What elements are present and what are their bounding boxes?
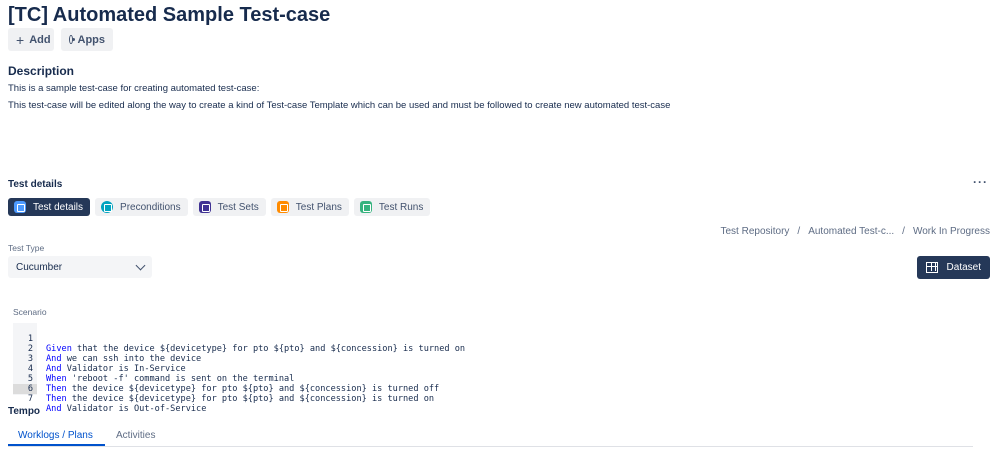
step-text: we can ssh into the device: [61, 354, 202, 364]
gherkin-keyword: Then: [46, 394, 67, 404]
gherkin-keyword: And: [46, 364, 62, 374]
breadcrumb-item[interactable]: Work In Progress: [913, 226, 990, 237]
table-icon: [926, 262, 938, 273]
apps-button-label: Apps: [77, 33, 106, 46]
tab-test-plans[interactable]: Test Plans: [270, 198, 349, 216]
breadcrumb-separator: /: [902, 226, 905, 237]
test-sets-icon: [198, 201, 211, 213]
gherkin-keyword: And: [46, 404, 62, 414]
dataset-button[interactable]: Dataset: [917, 256, 990, 279]
gherkin-keyword: Then: [46, 384, 67, 394]
code-line: 4 When 'reboot -f' command is sent on th…: [13, 354, 295, 384]
test-details-tabs: Test details Preconditions Test Sets Tes…: [8, 198, 431, 216]
code-line: 7 And Validator is Out-of-Service: [13, 384, 207, 414]
test-runs-icon: [359, 201, 372, 213]
description-line: This test-case will be edited along the …: [8, 100, 671, 111]
more-options-icon[interactable]: ···: [973, 175, 988, 189]
apps-icon: [69, 35, 74, 44]
tab-activities[interactable]: Activities: [116, 430, 155, 441]
test-plans-icon: [276, 201, 289, 213]
step-text: that the device ${devicetype} for pto ${…: [71, 344, 466, 354]
tab-label: Test Plans: [295, 201, 342, 213]
page-title: [TC] Automated Sample Test-case: [8, 4, 331, 26]
preconditions-icon: [101, 201, 114, 213]
breadcrumb-item[interactable]: Test Repository: [720, 226, 789, 237]
code-line: 6 Then the device ${devicetype} for pto …: [13, 374, 434, 404]
breadcrumb-item[interactable]: Automated Test-c...: [808, 226, 894, 237]
description-heading: Description: [8, 64, 75, 78]
step-text: 'reboot -f' command is sent on the termi…: [66, 374, 295, 384]
step-text: Validator is Out-of-Service: [61, 404, 207, 414]
step-text: the device ${devicetype} for pto ${pto} …: [66, 394, 435, 404]
tab-test-details[interactable]: Test details: [8, 198, 91, 216]
test-details-heading: Test details: [8, 179, 63, 190]
description-line: This is a sample test-case for creating …: [8, 83, 260, 94]
tab-preconditions[interactable]: Preconditions: [95, 198, 188, 216]
step-text: Validator is In-Service: [61, 364, 186, 374]
tempo-heading: Tempo: [8, 406, 41, 417]
apps-button[interactable]: Apps: [61, 28, 113, 51]
code-line: 1 Given that the device ${devicetype} fo…: [13, 324, 465, 354]
tab-label: Test Sets: [217, 201, 259, 213]
line-number: 7: [27, 394, 33, 404]
add-button-label: Add: [29, 33, 51, 46]
test-type-select[interactable]: Cucumber: [8, 256, 152, 278]
tab-test-sets[interactable]: Test Sets: [192, 198, 266, 216]
tab-test-runs[interactable]: Test Runs: [353, 198, 431, 216]
tab-label: Test details: [33, 201, 84, 213]
tab-label: Preconditions: [120, 201, 181, 213]
test-type-label: Test Type: [8, 243, 45, 253]
gherkin-keyword: And: [46, 354, 62, 364]
tab-worklogs-plans[interactable]: Worklogs / Plans: [18, 430, 93, 441]
code-line: 5 Then the device ${devicetype} for pto …: [13, 364, 439, 394]
scenario-editor[interactable]: 1 Given that the device ${devicetype} fo…: [13, 323, 973, 414]
test-details-icon: [14, 201, 26, 213]
code-line: 3 And Validator is In-Service: [13, 344, 186, 374]
active-tab-underline: [8, 444, 105, 446]
tab-label: Test Runs: [378, 201, 424, 213]
scenario-label: Scenario: [13, 307, 47, 317]
code-line: 2 And we can ssh into the device: [13, 334, 201, 364]
test-type-value: Cucumber: [16, 261, 63, 273]
chevron-down-icon: [135, 260, 146, 270]
add-button[interactable]: + Add: [8, 28, 54, 51]
plus-icon: +: [16, 31, 25, 48]
tempo-tabs: Worklogs / Plans Activities: [8, 427, 973, 447]
gherkin-keyword: When: [46, 374, 67, 384]
gherkin-keyword: Given: [46, 344, 72, 354]
step-text: the device ${devicetype} for pto ${pto} …: [66, 384, 440, 394]
breadcrumb-separator: /: [797, 226, 801, 237]
dataset-button-label: Dataset: [946, 262, 981, 273]
breadcrumb: Test Repository / Automated Test-c... / …: [720, 226, 990, 237]
